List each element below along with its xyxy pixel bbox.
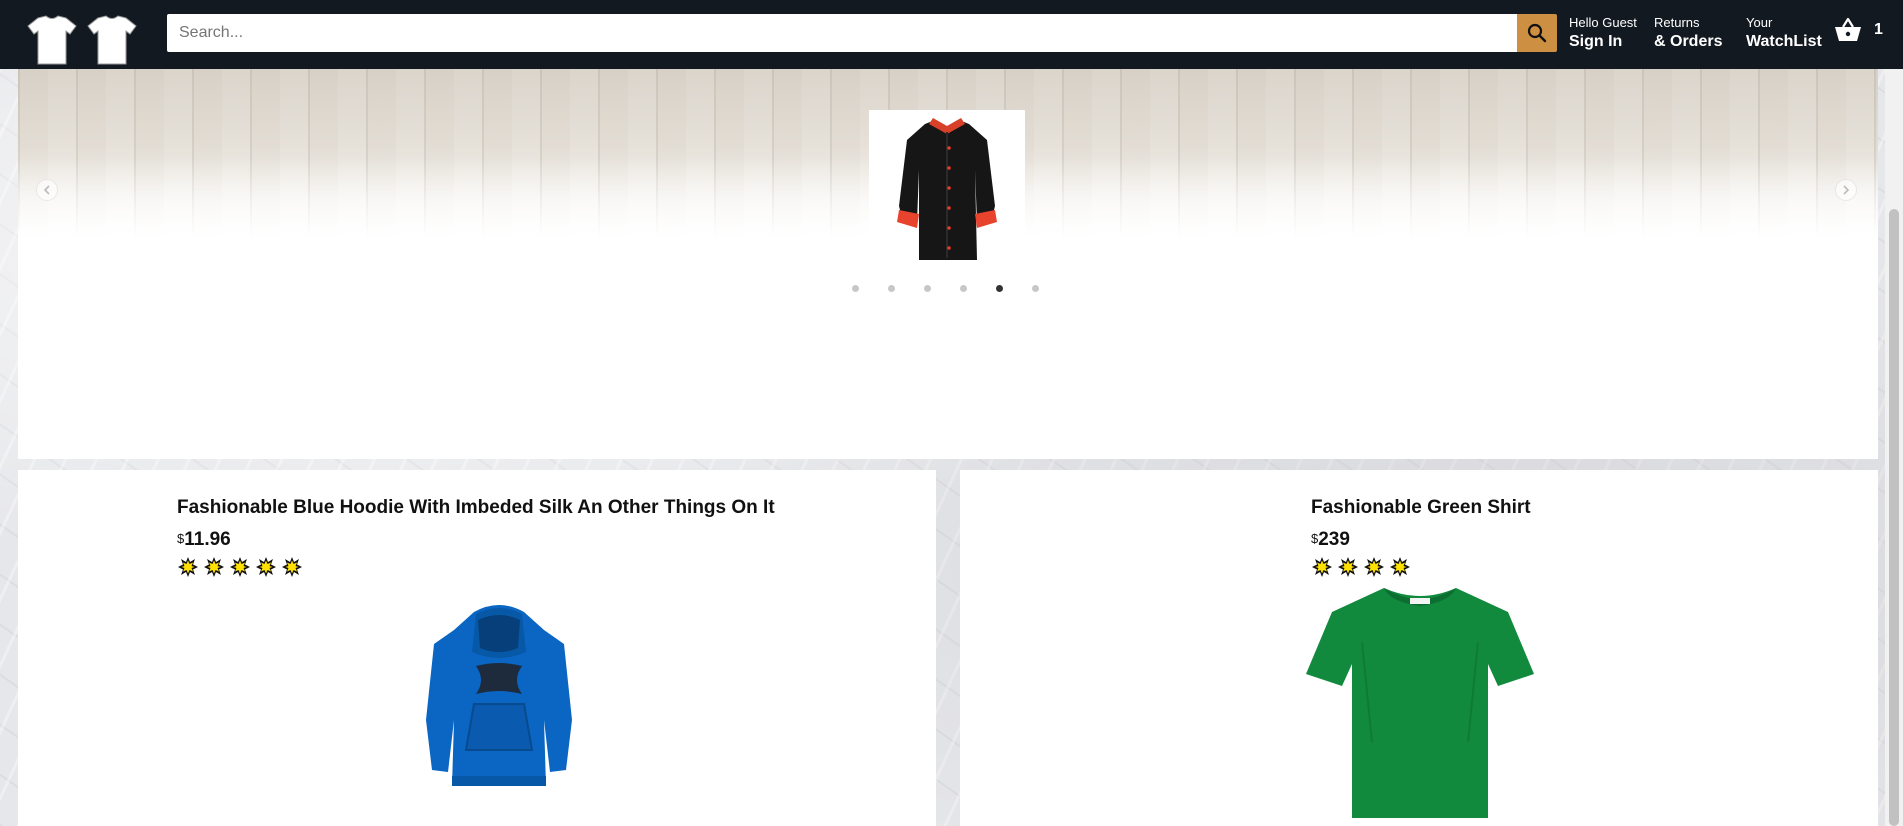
blue-hoodie-image <box>426 605 572 786</box>
returns-text: Returns <box>1654 15 1700 30</box>
search-icon <box>1527 23 1547 43</box>
product-price: $239 <box>1311 529 1350 551</box>
your-text: Your <box>1746 15 1773 30</box>
product-price: $11.96 <box>177 529 231 551</box>
product-title[interactable]: Fashionable Blue Hoodie With Imbeded Sil… <box>177 497 775 519</box>
product-rating <box>1311 556 1411 578</box>
carousel-prev-button[interactable] <box>36 179 58 201</box>
orders-label: & Orders <box>1654 33 1723 50</box>
carousel-dot[interactable] <box>960 285 967 292</box>
star-icon <box>229 556 251 578</box>
carousel-dot[interactable] <box>996 285 1003 292</box>
product-card[interactable]: Fashionable Green Shirt $239 <box>960 470 1878 826</box>
chevron-left-icon <box>43 185 50 195</box>
price-value: 11.96 <box>184 529 231 550</box>
product-title[interactable]: Fashionable Green Shirt <box>1311 497 1531 519</box>
search-button[interactable] <box>1517 14 1557 52</box>
chevron-right-icon <box>1843 185 1850 195</box>
page-scrollbar[interactable] <box>1885 69 1903 826</box>
watchlist-link[interactable]: Your WatchList <box>1746 15 1822 53</box>
product-image[interactable] <box>394 600 604 796</box>
tshirts-logo-icon <box>27 15 137 65</box>
search-input[interactable] <box>167 14 1517 52</box>
sign-in-link[interactable]: Hello Guest Sign In <box>1569 15 1637 53</box>
carousel-dot[interactable] <box>1032 285 1039 292</box>
returns-orders-link[interactable]: Returns & Orders <box>1654 15 1722 53</box>
star-icon <box>281 556 303 578</box>
watchlist-label: WatchList <box>1746 33 1822 50</box>
basket-icon <box>1835 17 1861 41</box>
star-icon <box>1311 556 1333 578</box>
basket-button[interactable]: 1 <box>1834 14 1894 46</box>
basket-count: 1 <box>1874 21 1883 38</box>
top-navbar: Hello Guest Sign In Returns & Orders You… <box>0 0 1903 69</box>
product-image[interactable] <box>1302 582 1538 822</box>
star-icon <box>1363 556 1385 578</box>
greeting-text: Hello Guest <box>1569 15 1637 30</box>
carousel-slide-image <box>869 110 1025 266</box>
carousel-dot[interactable] <box>852 285 859 292</box>
star-icon <box>177 556 199 578</box>
carousel-next-button[interactable] <box>1835 179 1857 201</box>
sign-in-label: Sign In <box>1569 33 1623 50</box>
price-value: 239 <box>1318 529 1350 550</box>
logo[interactable] <box>24 14 144 66</box>
hero-carousel <box>18 69 1878 459</box>
star-icon <box>255 556 277 578</box>
star-icon <box>1337 556 1359 578</box>
scrollbar-thumb[interactable] <box>1889 209 1899 826</box>
carousel-dots <box>852 285 1052 297</box>
search-bar <box>167 14 1557 52</box>
product-rating <box>177 556 303 578</box>
carousel-dot[interactable] <box>888 285 895 292</box>
product-card[interactable]: Fashionable Blue Hoodie With Imbeded Sil… <box>18 470 936 826</box>
green-tshirt-image <box>1306 588 1534 818</box>
black-shirt-image <box>869 110 1025 266</box>
star-icon <box>203 556 225 578</box>
star-icon <box>1389 556 1411 578</box>
carousel-dot[interactable] <box>924 285 931 292</box>
